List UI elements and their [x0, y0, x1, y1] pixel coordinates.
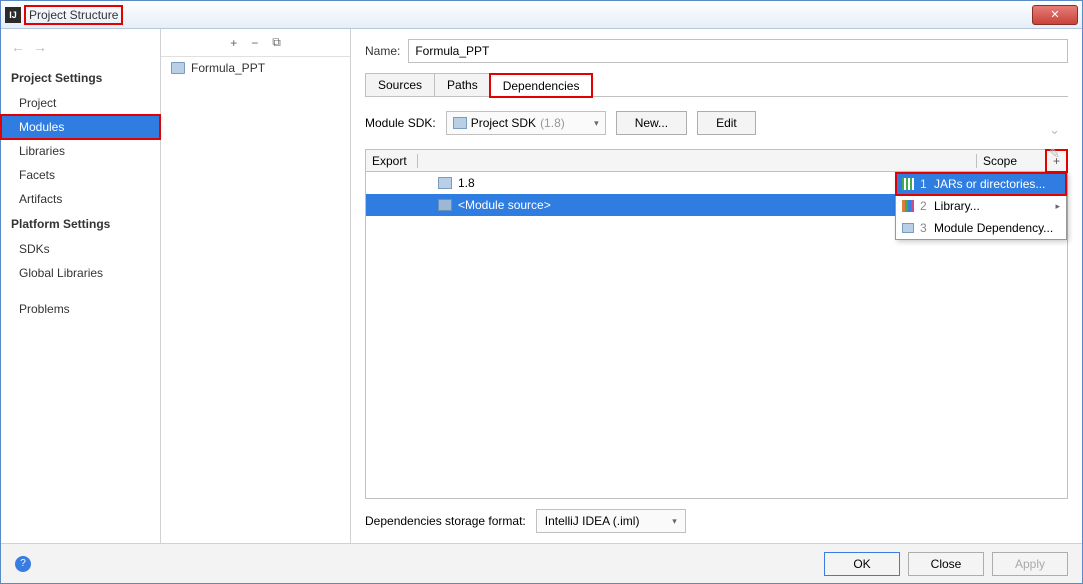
detail-tabs: Sources Paths Dependencies [365, 73, 1068, 97]
module-detail-panel: Name: Sources Paths Dependencies Module … [351, 29, 1082, 543]
dep-label: <Module source> [458, 198, 551, 212]
apply-button[interactable]: Apply [992, 552, 1068, 576]
storage-value: IntelliJ IDEA (.iml) [545, 514, 640, 528]
back-arrow-icon[interactable]: ← [11, 39, 25, 55]
sdk-dropdown[interactable]: Project SDK (1.8) ▾ [446, 111, 606, 135]
sdk-label: Module SDK: [365, 116, 436, 130]
tab-dependencies[interactable]: Dependencies [490, 74, 593, 97]
add-dependency-menu: 1 JARs or directories... 2 Library... ▸ … [895, 172, 1067, 240]
menu-label: Library... [934, 199, 980, 213]
nav-item-libraries[interactable]: Libraries [1, 139, 160, 163]
chevron-down-icon[interactable]: ⌄ [1045, 118, 1064, 142]
col-scope: Scope [976, 154, 1046, 168]
jdk-folder-icon [438, 177, 452, 189]
menu-library[interactable]: 2 Library... ▸ [896, 195, 1066, 217]
window-title: Project Structure [25, 6, 122, 24]
menu-shortcut: 3 [920, 221, 928, 235]
copy-module-icon[interactable]: ⧉ [272, 35, 281, 50]
dep-side-toolbar: + 1 JARs or directories... 2 Library... … [1045, 150, 1067, 172]
module-name-input[interactable] [408, 39, 1068, 63]
dep-table-header: Export Scope [366, 150, 1067, 172]
module-name: Formula_PPT [191, 61, 265, 75]
close-window-button[interactable]: ✕ [1032, 5, 1078, 25]
module-folder-icon [171, 62, 185, 74]
nav-item-facets[interactable]: Facets [1, 163, 160, 187]
sdk-folder-icon [453, 117, 467, 129]
modules-list-panel: + − ⧉ Formula_PPT [161, 29, 351, 543]
nav-item-global-libraries[interactable]: Global Libraries [1, 261, 160, 285]
title-bar: IJ Project Structure ✕ [1, 1, 1082, 29]
close-button[interactable]: Close [908, 552, 984, 576]
name-label: Name: [365, 44, 400, 58]
storage-label: Dependencies storage format: [365, 514, 526, 528]
main-area: ← → Project Settings Project Modules Lib… [1, 29, 1082, 543]
source-folder-icon [438, 199, 452, 211]
new-sdk-button[interactable]: New... [616, 111, 687, 135]
nav-section-platform: Platform Settings [1, 211, 160, 237]
nav-section-project: Project Settings [1, 65, 160, 91]
menu-label: JARs or directories... [934, 177, 1045, 191]
module-list-item[interactable]: Formula_PPT [161, 57, 350, 79]
edit-sdk-button[interactable]: Edit [697, 111, 756, 135]
submenu-arrow-icon: ▸ [1055, 201, 1060, 212]
menu-shortcut: 2 [920, 199, 928, 213]
sdk-version: (1.8) [540, 116, 565, 130]
add-module-icon[interactable]: + [230, 36, 237, 50]
sdk-value: Project SDK [471, 116, 536, 130]
nav-item-sdks[interactable]: SDKs [1, 237, 160, 261]
pencil-icon[interactable]: ✎ [1045, 142, 1064, 166]
dependencies-table: Export Scope 1.8 <Module source> + [365, 149, 1068, 499]
menu-jars-or-directories[interactable]: 1 JARs or directories... [896, 173, 1066, 195]
modules-toolbar: + − ⧉ [161, 29, 350, 57]
nav-item-problems[interactable]: Problems [1, 297, 160, 321]
app-icon: IJ [5, 7, 21, 23]
tab-sources[interactable]: Sources [365, 73, 435, 96]
forward-arrow-icon[interactable]: → [33, 39, 47, 55]
dialog-footer: ? OK Close Apply [1, 543, 1082, 583]
chevron-down-icon: ▾ [594, 118, 599, 129]
nav-item-modules[interactable]: Modules [1, 115, 160, 139]
col-export: Export [366, 154, 418, 168]
nav-item-artifacts[interactable]: Artifacts [1, 187, 160, 211]
tab-paths[interactable]: Paths [434, 73, 491, 96]
library-icon [902, 200, 914, 212]
help-button[interactable]: ? [15, 556, 31, 572]
remove-module-icon[interactable]: − [251, 36, 258, 50]
nav-item-project[interactable]: Project [1, 91, 160, 115]
dep-label: 1.8 [458, 176, 475, 190]
chevron-down-icon: ▾ [672, 516, 677, 527]
ok-button[interactable]: OK [824, 552, 900, 576]
menu-shortcut: 1 [920, 177, 928, 191]
nav-history: ← → [1, 35, 160, 65]
jars-icon [902, 178, 914, 190]
menu-module-dependency[interactable]: 3 Module Dependency... [896, 217, 1066, 239]
menu-label: Module Dependency... [934, 221, 1053, 235]
module-icon [902, 223, 914, 233]
storage-format-dropdown[interactable]: IntelliJ IDEA (.iml) ▾ [536, 509, 686, 533]
left-navigation: ← → Project Settings Project Modules Lib… [1, 29, 161, 543]
